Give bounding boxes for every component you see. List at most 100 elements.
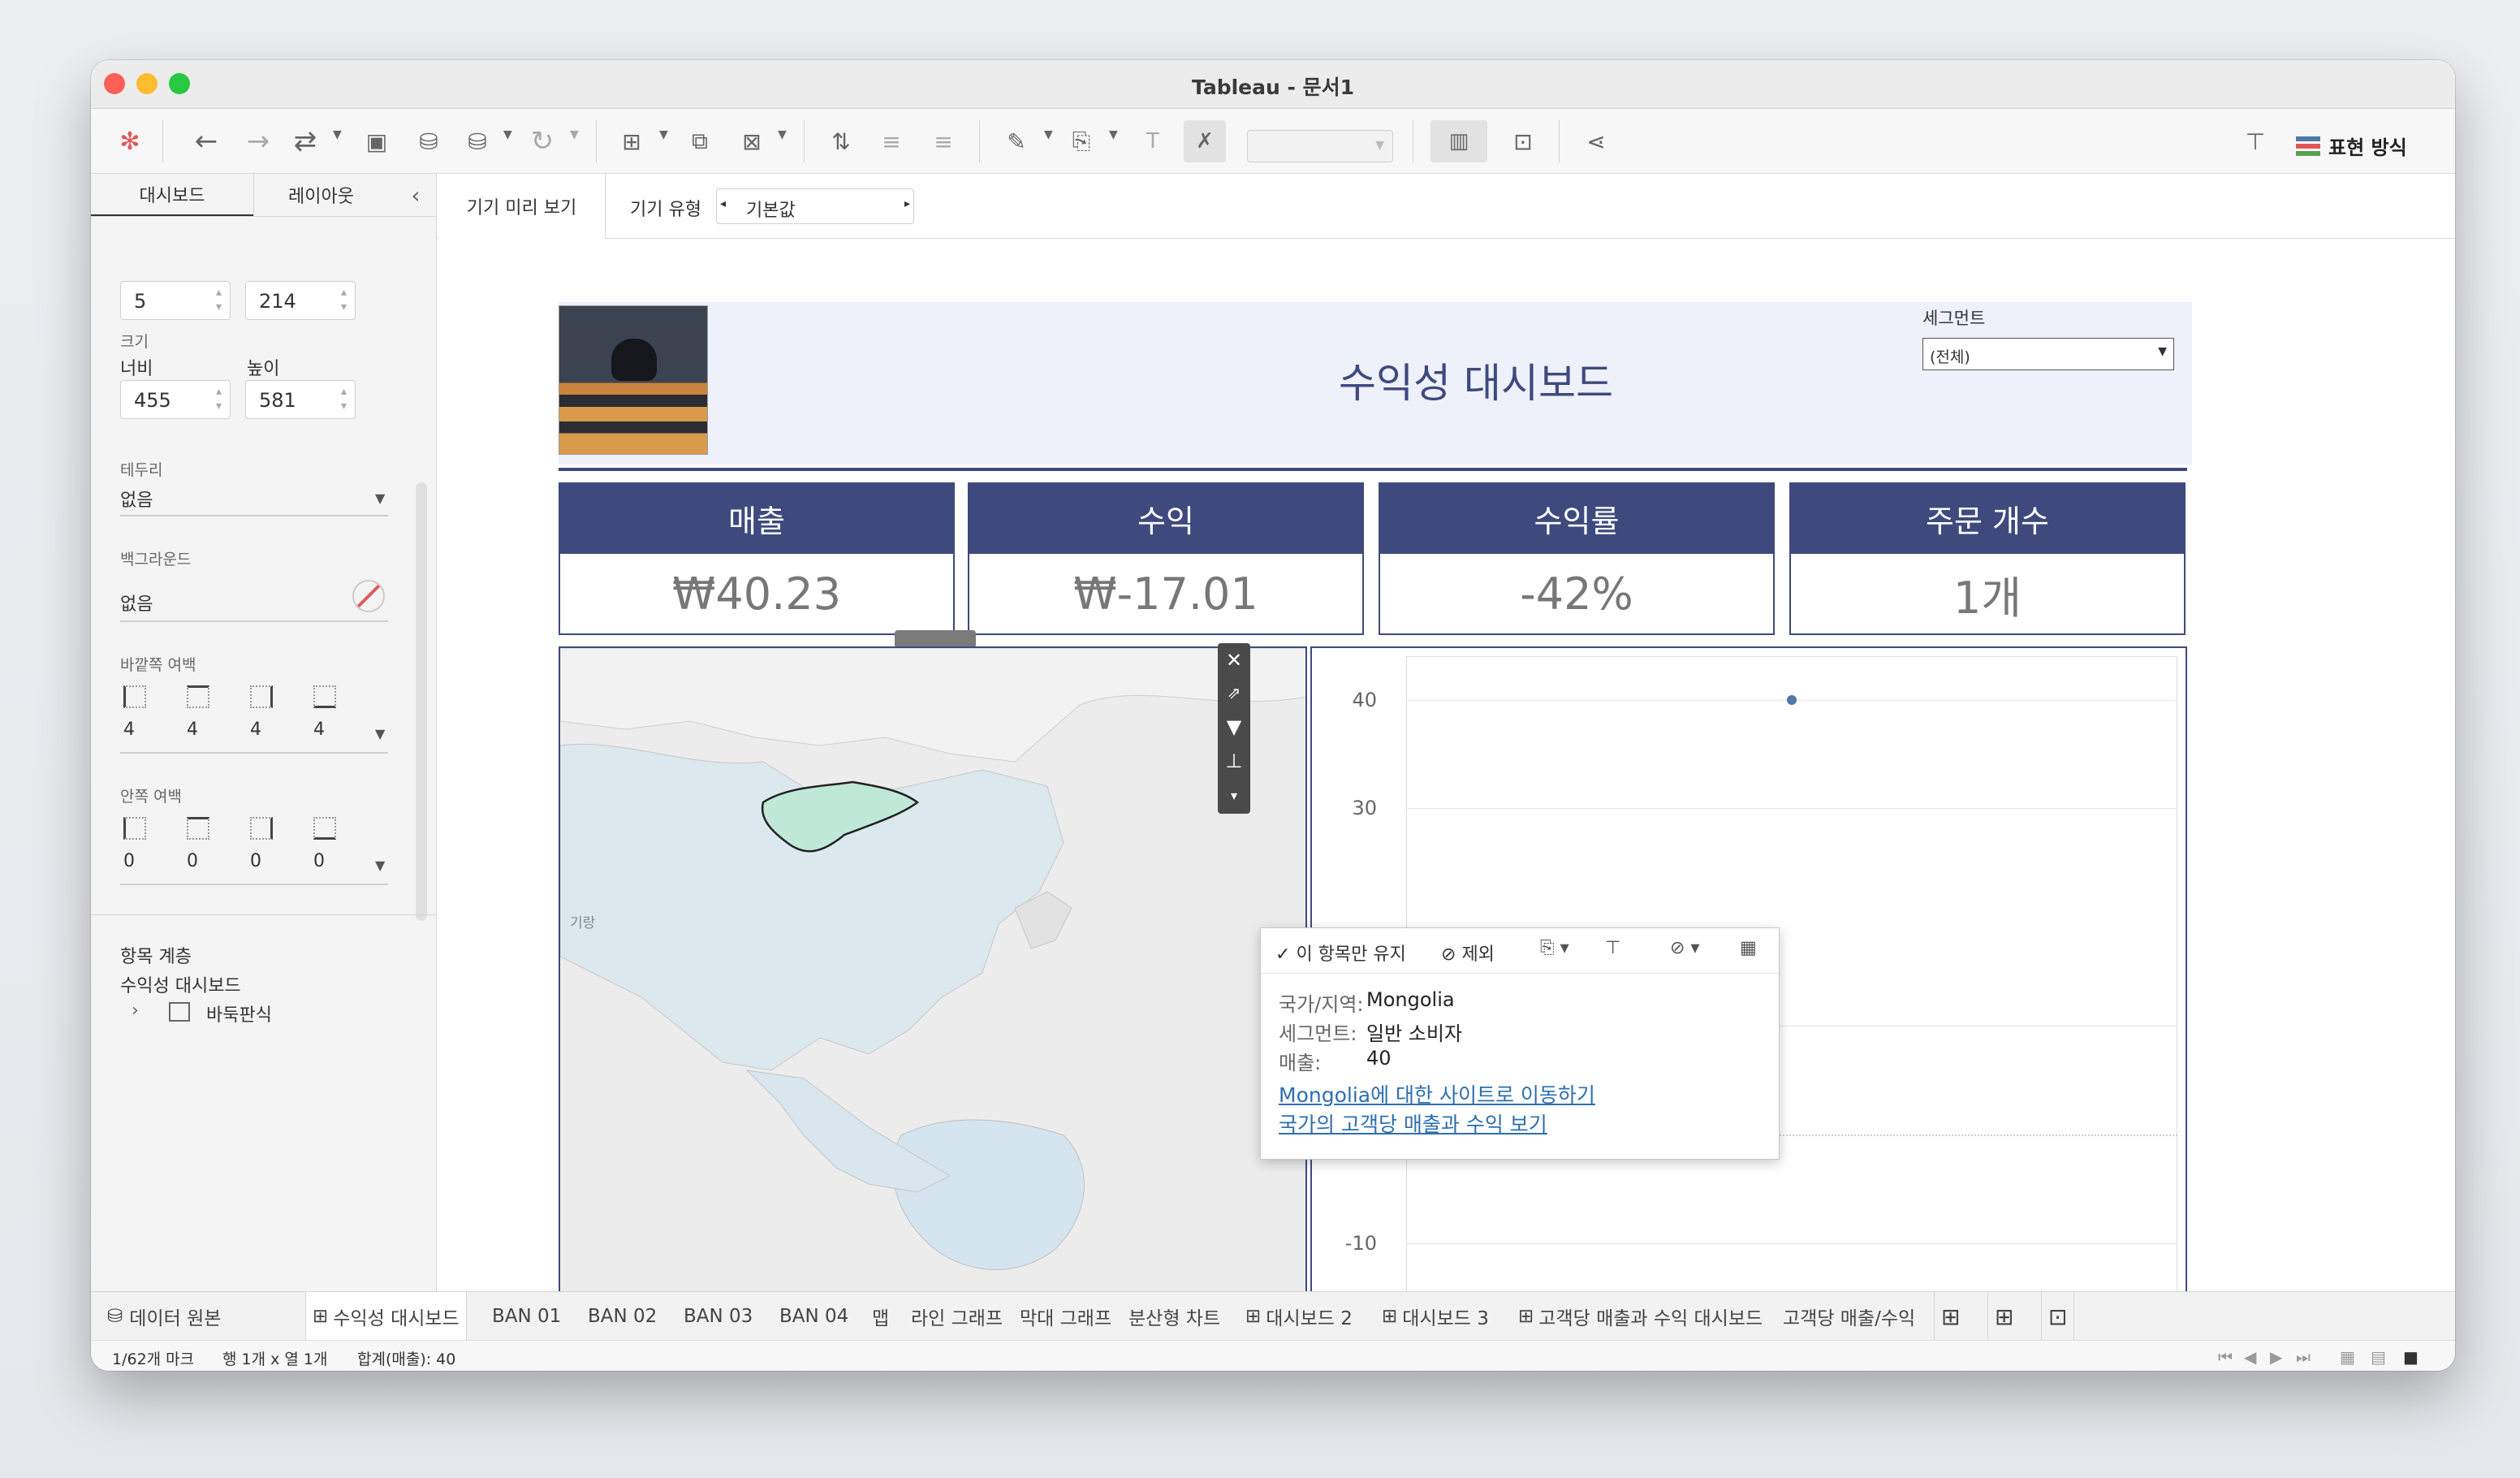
sheet-tab-dashboard3[interactable]: ⊞ 대시보드 3 (1375, 1292, 1495, 1341)
view-data-icon[interactable]: ▦ (1740, 938, 1757, 958)
highlight-dropdown-icon[interactable]: ▼ (1044, 128, 1053, 141)
sheet-tab-ban03[interactable]: BAN 03 (677, 1292, 759, 1341)
sort-descending-icon[interactable]: ≡ (922, 120, 964, 162)
remove-icon[interactable]: ✕ (1218, 643, 1250, 677)
scatter-point[interactable] (1787, 694, 1797, 705)
new-worksheet-icon[interactable]: ⊞ (611, 120, 653, 162)
inner-padding-left-value[interactable]: 0 (123, 851, 135, 871)
redo-icon[interactable]: → (237, 120, 279, 162)
tooltip-url-action-link[interactable]: Mongolia에 대한 사이트로 이동하기 (1279, 1079, 1595, 1108)
kpi-profit-value[interactable]: ₩-17.01 (968, 554, 1364, 635)
sidebar-scrollbar[interactable] (416, 482, 427, 921)
pause-updates-icon[interactable]: ⛁ (456, 120, 498, 162)
sheet-tab-map[interactable]: 맵 (865, 1292, 895, 1341)
kpi-sales-value[interactable]: ₩40.23 (559, 554, 955, 635)
show-me-button[interactable]: 표현 방식 (2296, 132, 2407, 160)
position-x-field[interactable]: 5 (120, 281, 231, 320)
resize-handle[interactable] (895, 630, 976, 648)
height-field[interactable]: 581 (245, 380, 356, 419)
clear-dropdown-icon[interactable]: ▼ (778, 128, 787, 141)
border-dropdown-icon[interactable]: ▼ (375, 491, 385, 506)
tooltip-sheet-action-link[interactable]: 국가의 고객당 매출과 수익 보기 (1279, 1108, 1547, 1138)
swap-dropdown-icon[interactable]: ▼ (333, 128, 342, 141)
sheet-tab-scatter-chart[interactable]: 분산형 차트 (1122, 1292, 1227, 1341)
group-dropdown-icon[interactable]: ▼ (1109, 128, 1118, 141)
group-icon[interactable]: ⎘ (1060, 120, 1102, 162)
sheet-tab-ban02[interactable]: BAN 02 (581, 1292, 663, 1341)
segment-filter-select[interactable]: (전체) ▼ (1922, 338, 2174, 370)
sheet-tab-customer-sales-profit[interactable]: 고객당 매출/수익 (1776, 1292, 1922, 1341)
exclude-button[interactable]: ⊘ 제외 (1441, 940, 1495, 966)
keep-only-button[interactable]: ✓ 이 항목만 유지 (1275, 940, 1406, 966)
tab-dashboard[interactable]: 대시보드 (91, 174, 253, 216)
undo-icon[interactable]: ← (185, 120, 227, 162)
new-data-source-icon[interactable]: ⛁ (408, 120, 450, 162)
new-worksheet-tab-icon[interactable]: ⊞ (1934, 1292, 1966, 1341)
inner-padding-dropdown-icon[interactable]: ▼ (375, 858, 385, 873)
new-worksheet-dropdown-icon[interactable]: ▼ (659, 128, 668, 141)
prev-device-icon[interactable]: ◂ (720, 197, 726, 210)
outer-padding-right-value[interactable]: 4 (250, 720, 261, 740)
data-source-tab[interactable]: ⛁ 데이터 원본 (101, 1292, 227, 1341)
sort-ascending-icon[interactable]: ≡ (870, 120, 913, 162)
sheet-tab-ban01[interactable]: BAN 01 (485, 1292, 567, 1341)
sheet-tab-bar-graph[interactable]: 막대 그래프 (1013, 1292, 1118, 1341)
more-options-icon[interactable]: ▾ (1218, 778, 1250, 812)
sheet-tab-line-graph[interactable]: 라인 그래프 (904, 1292, 1009, 1341)
highlight-icon[interactable]: ✎ (995, 120, 1038, 162)
hierarchy-child-item[interactable]: 바둑판식 (206, 1000, 272, 1026)
presentation-mode-icon[interactable]: ⊡ (1502, 120, 1544, 162)
last-page-icon[interactable]: ⏭ (2296, 1347, 2311, 1367)
expand-chevron-icon[interactable]: › (132, 1000, 139, 1021)
kpi-orders-value[interactable]: 1개 (1789, 554, 2186, 635)
group-members-icon[interactable]: ⎘ ▾ (1540, 938, 1569, 958)
collapse-sidebar-icon[interactable]: ‹ (399, 174, 432, 216)
pause-dropdown-icon[interactable]: ▼ (503, 128, 512, 141)
next-page-icon[interactable]: ▶ (2270, 1347, 2282, 1367)
outer-padding-dropdown-icon[interactable]: ▼ (375, 726, 385, 741)
sheet-sorter-icon[interactable]: ▦ (2340, 1347, 2355, 1367)
background-value[interactable]: 없음 (120, 590, 153, 616)
device-preview-button[interactable]: 기기 미리 보기 (438, 174, 606, 239)
kpi-margin-value[interactable]: -42% (1379, 554, 1775, 635)
new-story-tab-icon[interactable]: ⊡ (2041, 1292, 2075, 1341)
sheet-tab-customer-dashboard[interactable]: ⊞ 고객당 매출과 수익 대시보드 (1512, 1292, 1769, 1341)
position-y-field[interactable]: 214 (245, 281, 356, 320)
prev-page-icon[interactable]: ◀ (2244, 1347, 2256, 1367)
refresh-dropdown-icon[interactable]: ▼ (570, 128, 579, 141)
show-cards-icon[interactable]: ▥ (1430, 120, 1487, 162)
show-labels-icon[interactable]: T (1132, 120, 1174, 162)
first-page-icon[interactable]: ⏮ (2218, 1347, 2233, 1367)
device-type-select[interactable]: ◂ 기본값 ▸ (716, 188, 914, 224)
new-dashboard-tab-icon[interactable]: ⊞ (1987, 1292, 2020, 1341)
filmstrip-icon[interactable]: ▤ (2371, 1347, 2386, 1367)
width-field[interactable]: 455 (120, 380, 231, 419)
inner-padding-right-value[interactable]: 0 (250, 851, 261, 871)
fix-axes-icon[interactable]: ✗ (1184, 120, 1226, 162)
inner-padding-bottom-value[interactable]: 0 (313, 851, 325, 871)
outer-padding-bottom-value[interactable]: 4 (313, 720, 325, 740)
save-icon[interactable]: ▣ (356, 120, 398, 162)
next-device-icon[interactable]: ▸ (904, 197, 910, 210)
filter-icon[interactable]: ▼ (1218, 710, 1250, 744)
map-panel[interactable]: 기랑 (559, 646, 1307, 1296)
create-set-icon[interactable]: ⊤ (1605, 938, 1620, 958)
sheet-tab-ban04[interactable]: BAN 04 (773, 1292, 855, 1341)
clear-sheet-icon[interactable]: ⊠ (731, 120, 773, 162)
format-painter-icon[interactable]: ⊤ (2234, 120, 2276, 162)
tab-layout[interactable]: 레이아웃 (253, 174, 388, 216)
swap-icon[interactable]: ⇄ (284, 120, 326, 162)
inner-padding-top-value[interactable]: 0 (187, 851, 198, 871)
duplicate-sheet-icon[interactable]: ⧉ (679, 120, 721, 162)
share-icon[interactable]: ⋖ (1575, 120, 1617, 162)
tabs-view-icon[interactable]: ■ (2403, 1347, 2419, 1367)
border-value[interactable]: 없음 (120, 486, 153, 512)
pin-icon[interactable]: ⊥ (1218, 744, 1250, 778)
refresh-icon[interactable]: ↻ (521, 120, 563, 162)
tableau-logo-icon[interactable]: ✻ (109, 120, 151, 162)
outer-padding-left-value[interactable]: 4 (123, 720, 135, 740)
link-icon[interactable]: ⊘ ▾ (1670, 938, 1699, 958)
outer-padding-top-value[interactable]: 4 (187, 720, 198, 740)
background-color-icon[interactable] (352, 580, 385, 612)
swap-rows-columns-icon[interactable]: ⇅ (820, 120, 862, 162)
